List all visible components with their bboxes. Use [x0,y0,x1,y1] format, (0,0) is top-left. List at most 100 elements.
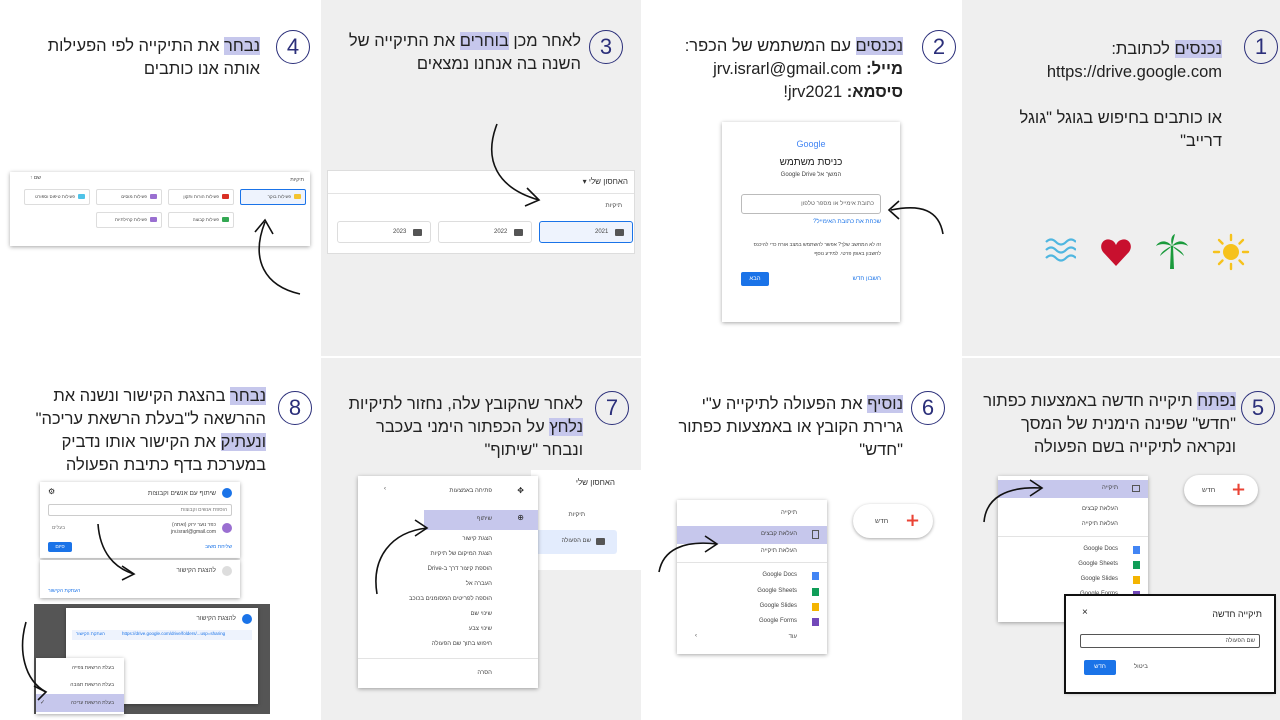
menu-item-upload-files[interactable]: העלאת קבצים [1082,506,1118,512]
menu-item-open-with[interactable]: פתיחה באמצעות [449,488,492,494]
menu-item-search-within[interactable]: חיפוש בתוך שם הפעולה [432,641,492,647]
highlight-word: בוחרים [459,32,509,50]
drive-url: https://drive.google.com [1046,63,1222,81]
copy-link-button[interactable]: העתקת הקישור [76,631,105,636]
sort-name[interactable]: ↑ שם [30,175,41,181]
folder-name: פעילות טיפוס וספורט [35,194,75,199]
get-link-title: להצגת הקישור [176,567,216,574]
menu-item-folder[interactable]: תיקייה [781,510,797,516]
docs-icon [812,572,819,580]
folder-2022[interactable]: 2022 [438,221,532,243]
step-text: ונקראה לתיקייה בשם הפעולה [1033,438,1236,456]
folder-name: 2023 [393,229,407,235]
done-button[interactable]: סיום [48,542,72,552]
new-button-label: חדש [875,517,889,525]
highlight-word: נבחר [224,37,260,55]
activity-folder[interactable]: שם הפעולה [531,530,617,554]
folder-group[interactable]: פעילות קבוצה [168,212,234,228]
folder-parenting[interactable]: פעילות הורות ותקון [168,189,234,205]
menu-item-docs[interactable]: Google Docs [762,572,797,578]
forgot-email-link[interactable]: שכחת את כתובת האימייל? [813,219,881,225]
role-viewer[interactable]: בעלת הרשאת צפייה [72,665,114,671]
palm-tree-icon [1156,234,1188,269]
next-button[interactable]: הבא [741,272,769,286]
menu-item-change-color[interactable]: שינוי צבע [469,626,492,632]
folder-icon [150,217,157,222]
role-commenter[interactable]: בעלת הרשאת תגובה [70,682,114,688]
menu-item-upload-folder[interactable]: העלאת תיקייה [1082,521,1118,527]
link-url-box[interactable]: https://drive.google.com/drive/folders/.… [72,630,252,640]
drive-background-screenshot: האחסון שלי תיקיות שם הפעולה [531,470,641,570]
step-4-text: נבחר את התיקייה לפי הפעילות אותה אנו כות… [10,35,260,81]
step-number: 5 [1241,391,1275,425]
add-people-placeholder: הוספת אנשים וקבוצות [180,507,227,513]
email-field[interactable]: כתובת אימייל או מספר טלפון [741,194,881,214]
settings-icon[interactable]: ⚙ [48,487,55,496]
password-value: jrv2021! [783,83,847,101]
arrow-pointer [21,621,48,701]
highlight-word: נוסיף [867,395,903,413]
menu-item-get-link[interactable]: הצגת קישור [462,536,492,542]
folder-2023[interactable]: 2023 [337,221,431,243]
step-text: עם המשתמש של הכפר: [684,37,856,55]
chevron-left-icon: ‹ [384,486,386,492]
arrow-pointer [490,123,541,207]
menu-item-move-to[interactable]: העברה אל [466,581,492,587]
menu-item-remove[interactable]: הסרה [477,670,492,676]
folder-2021[interactable]: 2021 [539,221,633,243]
menu-item-forms[interactable]: Google Forms [759,618,797,624]
step-number: 1 [1244,30,1278,64]
share-icon [222,488,232,498]
highlight-word: נלחץ [549,418,583,436]
step-4-panel: 4 נבחר את התיקייה לפי הפעילות אותה אנו כ… [0,0,320,356]
step-text: ההרשאה ל"בעלת הרשאת עריכה" [35,410,266,428]
menu-item-sheets[interactable]: Google Sheets [757,588,797,594]
menu-item-label: שיתוף [476,516,492,522]
create-account-link[interactable]: חשבון חדש [853,276,881,282]
folders-section-label: תיקיות [290,177,304,183]
open-with-icon: ✥ [517,486,524,495]
menu-item-share[interactable]: שיתוף ⊕ [424,510,538,530]
create-button[interactable]: חדש [1084,660,1116,675]
arrow-pointer [983,479,1044,523]
step-text: את הפעולה לתיקייה ע"י [701,395,868,413]
folder-name-input[interactable]: שם הפעולה [1080,634,1260,648]
menu-item-slides[interactable]: Google Slides [1081,576,1118,582]
new-button[interactable]: + חדש [853,504,933,538]
plus-icon: + [1231,479,1247,500]
close-icon[interactable]: × [1082,607,1088,618]
guest-note: זה לא המחשב שלך? אפשר להשתמש במצב אורח כ… [753,242,881,248]
cancel-button[interactable]: ביטול [1134,664,1148,670]
link-url: https://drive.google.com/drive/folders/.… [122,631,226,636]
menu-item-sheets[interactable]: Google Sheets [1078,561,1118,567]
slides-icon [1133,576,1140,584]
menu-item-slides[interactable]: Google Slides [760,603,797,609]
new-button[interactable]: + חדש [1184,475,1258,505]
step-text: במערכת בדף כתיבת הפעולה [65,456,266,474]
share-title: שיתוף עם אנשים וקבוצות [147,490,216,497]
menu-item-label: העלאת קבצים [761,531,797,537]
menu-item-upload-folder[interactable]: העלאת תיקייה [761,548,797,554]
folder-museums[interactable]: פעילות מוסים [96,189,162,205]
slides-icon [812,603,819,611]
menu-item-more[interactable]: עוד [789,634,797,640]
arrow-pointer [97,523,136,581]
folder-climbing[interactable]: פעילות טיפוס וספורט [24,189,90,205]
step-text: לאחר מכן [508,32,581,50]
mail-value: jrv.israrl@gmail.com [713,60,867,78]
step-text: ונבחר "שיתוף" [484,441,583,459]
signin-title: כניסת משתמש [779,157,843,168]
menu-item-rename[interactable]: שינוי שם [470,611,492,617]
folder-community[interactable]: פעילות קהילתיות [96,212,162,228]
folder-morning[interactable]: פעילות בוקר [240,189,306,205]
send-feedback-link[interactable]: שליחת משוב [205,544,232,550]
email-placeholder: כתובת אימייל או מספר טלפון [801,201,874,207]
link-icon [242,614,252,624]
copy-link-button[interactable]: העתקת הקישור [48,588,80,594]
add-people-input[interactable]: הוספת אנשים וקבוצות [48,504,232,516]
folder-icon [596,538,605,545]
step-text: אותה אנו כותבים [143,60,260,78]
menu-item-docs[interactable]: Google Docs [1083,546,1118,552]
password-label: סיסמא: [846,83,903,101]
role-label: בעלת הרשאת עריכה [70,700,114,706]
